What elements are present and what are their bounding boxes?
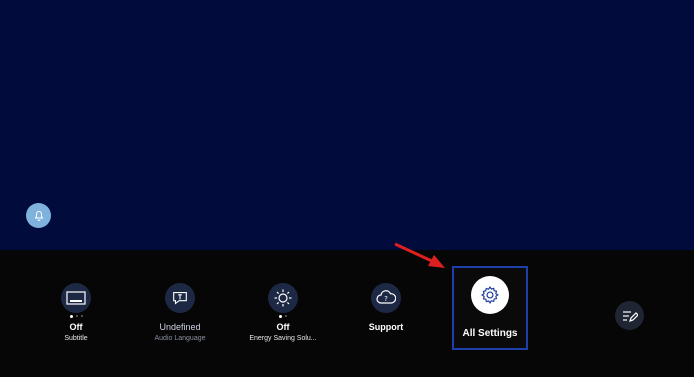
audio-language-value: Undefined — [159, 322, 201, 332]
audio-language-icon — [173, 292, 187, 305]
subtitle-value: Off — [69, 322, 83, 332]
tile-subtitle[interactable]: Off Subtitle — [36, 283, 116, 342]
energy-saving-label: Energy Saving Solu... — [249, 335, 317, 342]
gear-icon — [481, 286, 499, 304]
audio-language-icon-circle — [165, 283, 195, 313]
tile-energy-saving[interactable]: Off Energy Saving Solu... — [243, 283, 323, 342]
bell-icon — [34, 210, 43, 221]
notification-button[interactable] — [26, 203, 51, 228]
support-icon: ? — [376, 290, 396, 304]
audio-language-label: Audio Language — [154, 335, 206, 342]
tile-all-settings[interactable]: All Settings — [452, 266, 528, 350]
page-dots — [36, 315, 116, 321]
support-label: Support — [368, 322, 404, 332]
energy-saving-icon — [274, 289, 292, 307]
page-dots — [243, 315, 323, 321]
tv-content-area — [0, 0, 694, 250]
energy-saving-value: Off — [276, 322, 290, 332]
edit-list-icon — [622, 310, 638, 322]
tile-audio-language[interactable]: Undefined Audio Language — [140, 283, 220, 342]
support-icon-circle: ? — [371, 283, 401, 313]
subtitle-icon-circle — [61, 283, 91, 313]
annotation-arrow — [394, 242, 445, 268]
all-settings-label: All Settings — [462, 328, 518, 339]
all-settings-icon-circle — [471, 276, 509, 314]
svg-text:?: ? — [384, 295, 388, 303]
subtitle-icon — [66, 291, 86, 305]
tile-support[interactable]: ? Support — [346, 283, 426, 332]
subtitle-label: Subtitle — [64, 335, 88, 342]
edit-quick-settings-button[interactable] — [615, 301, 644, 330]
energy-saving-icon-circle — [268, 283, 298, 313]
